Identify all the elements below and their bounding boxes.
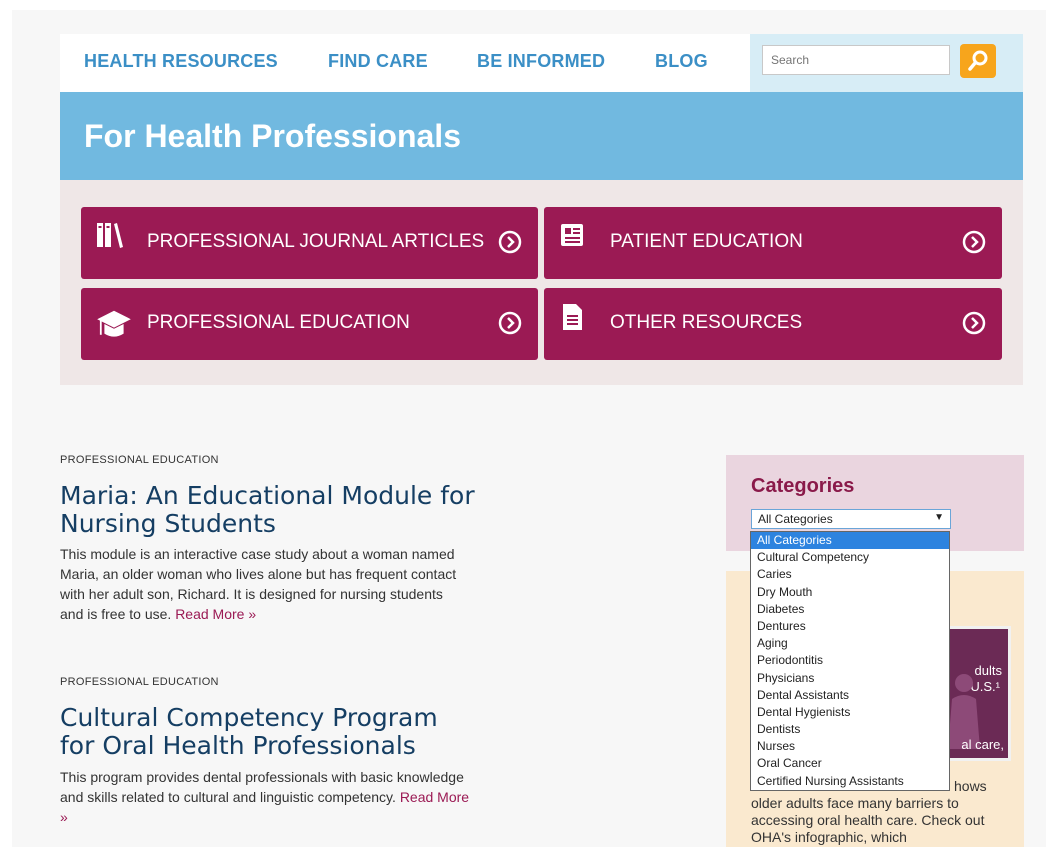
promo-text: older adults face many barriers to acces… [751, 795, 985, 845]
read-more-link[interactable]: Read More » [175, 606, 256, 622]
chevron-right-circle-icon [962, 230, 986, 254]
nav-link-find-care[interactable]: FIND CARE [328, 51, 428, 72]
dropdown-option[interactable]: Dentures [751, 618, 949, 635]
search-input[interactable] [762, 45, 950, 75]
resource-tiles: PROFESSIONAL JOURNAL ARTICLES PATIENT ED… [60, 180, 1023, 385]
dropdown-option[interactable]: Dental Assistants [751, 687, 949, 704]
dropdown-option[interactable]: Dry Mouth [751, 584, 949, 601]
dropdown-arrow-icon: ▼ [934, 512, 944, 523]
chevron-right-circle-icon [962, 311, 986, 335]
graduation-cap-icon [97, 310, 131, 337]
category-dropdown-list[interactable]: All Categories Cultural Competency Carie… [750, 531, 950, 791]
dropdown-option[interactable]: Dental Hygienists [751, 704, 949, 721]
top-navigation: HEALTH RESOURCES FIND CARE BE INFORMED B… [60, 34, 1023, 92]
tile-label: PATIENT EDUCATION [610, 231, 803, 252]
tile-label: PROFESSIONAL JOURNAL ARTICLES [147, 231, 485, 252]
chevron-right-circle-icon [498, 311, 522, 335]
dropdown-option[interactable]: Physicians [751, 670, 949, 687]
post-excerpt-text: This module is an interactive case study… [60, 546, 457, 622]
document-icon [563, 304, 582, 330]
post-excerpt: This module is an interactive case study… [60, 544, 470, 624]
nav-link-health-resources[interactable]: HEALTH RESOURCES [84, 51, 278, 72]
tile-patient-education[interactable]: PATIENT EDUCATION [544, 207, 1002, 279]
tile-professional-education[interactable]: PROFESSIONAL EDUCATION [81, 288, 538, 360]
books-icon [97, 223, 123, 248]
search-area [750, 34, 1023, 92]
post-title-link[interactable]: Maria: An Educational Module for Nursing… [60, 482, 480, 538]
infographic-text: al care, [961, 737, 1004, 752]
dropdown-option[interactable]: Dentists [751, 721, 949, 738]
dropdown-option[interactable]: Diabetes [751, 601, 949, 618]
page-title: For Health Professionals [84, 118, 461, 154]
page-banner: For Health Professionals [60, 92, 1023, 180]
dropdown-option[interactable]: Caries [751, 566, 949, 583]
search-button[interactable] [960, 44, 996, 78]
search-icon [968, 50, 988, 71]
tile-professional-journal-articles[interactable]: PROFESSIONAL JOURNAL ARTICLES [81, 207, 538, 279]
tile-label: PROFESSIONAL EDUCATION [147, 312, 410, 333]
post-excerpt: This program provides dental professiona… [60, 767, 470, 827]
dropdown-option[interactable]: Periodontitis [751, 652, 949, 669]
dropdown-option[interactable]: All Categories [751, 532, 949, 550]
category-select-value: All Categories [758, 512, 833, 526]
dropdown-option[interactable]: Certified Nursing Assistants [751, 773, 949, 790]
page: HEALTH RESOURCES FIND CARE BE INFORMED B… [12, 10, 1046, 847]
category-select[interactable]: All Categories ▼ [751, 509, 951, 529]
nav-link-be-informed[interactable]: BE INFORMED [477, 51, 605, 72]
tile-other-resources[interactable]: OTHER RESOURCES [544, 288, 1002, 360]
post-category-label: PROFESSIONAL EDUCATION [60, 676, 219, 688]
dropdown-option[interactable]: Aging [751, 635, 949, 652]
chevron-right-circle-icon [498, 230, 522, 254]
nav-link-blog[interactable]: BLOG [655, 51, 708, 72]
dropdown-option[interactable]: Oral Cancer [751, 755, 949, 772]
post-title-link[interactable]: Cultural Competency Program for Oral Hea… [60, 704, 480, 760]
categories-title: Categories [751, 475, 855, 497]
newspaper-icon [561, 224, 583, 246]
dropdown-option[interactable]: Nurses [751, 738, 949, 755]
tile-label: OTHER RESOURCES [610, 312, 803, 333]
promo-text-fragment: hows [954, 778, 987, 794]
post-category-label: PROFESSIONAL EDUCATION [60, 454, 219, 466]
dropdown-option[interactable]: Cultural Competency [751, 549, 949, 566]
